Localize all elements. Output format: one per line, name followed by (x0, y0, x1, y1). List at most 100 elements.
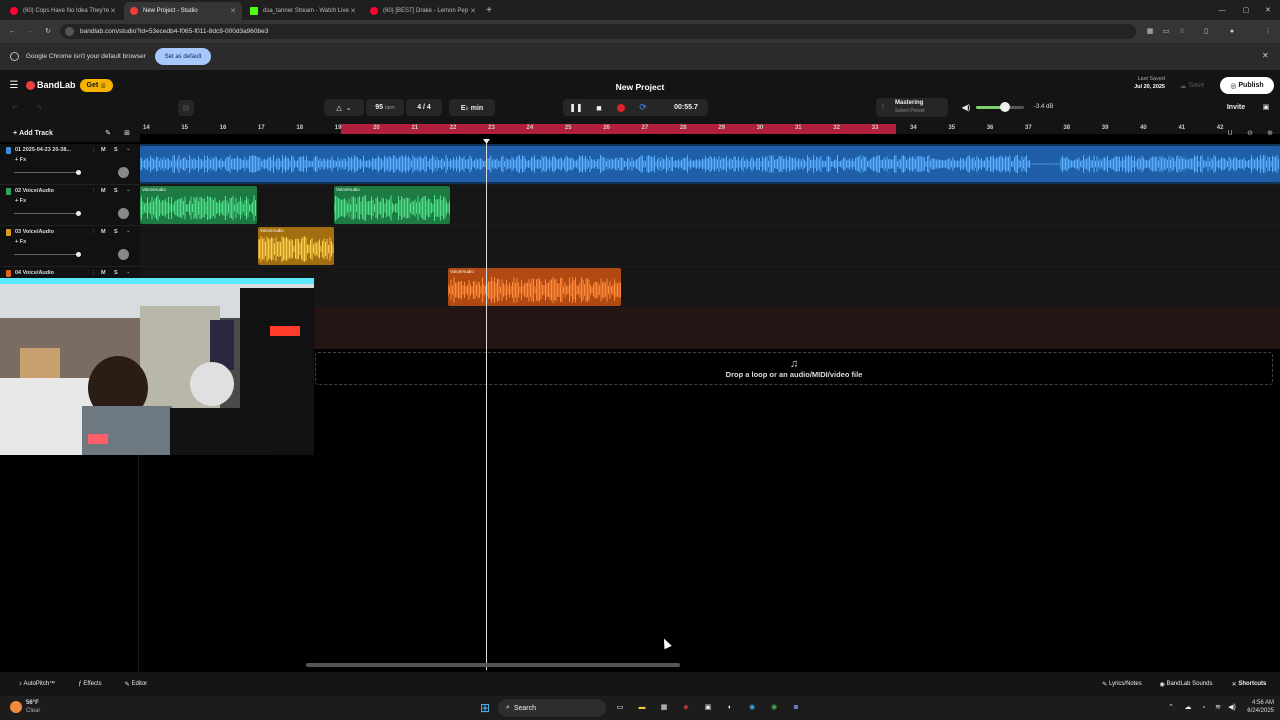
zoom-out-icon[interactable]: ⊖ (1244, 127, 1256, 139)
bandlab-sounds-button[interactable]: ◉ BandLab Sounds (1154, 678, 1218, 690)
address-bar[interactable]: bandlab.com/studio?id=53ecedb4-f065-f011… (60, 24, 1136, 39)
window-close-button[interactable]: ✕ (1262, 4, 1274, 16)
mute-button[interactable]: M (101, 270, 106, 276)
track-header[interactable]: 01 2025-04-23 20-38... ⋮ M S ⌄ + Fx (0, 144, 140, 185)
file-explorer-icon[interactable]: ▬ (636, 701, 648, 713)
track-volume-knob[interactable] (76, 170, 81, 175)
infobar-close-icon[interactable]: ✕ (1262, 51, 1269, 60)
wifi-icon[interactable]: ≋ (1212, 701, 1224, 713)
extension-icon[interactable]: ▦ (1144, 25, 1156, 37)
add-track-button[interactable]: + Add Track (6, 127, 60, 139)
metronome-button[interactable]: △ ⌄ (324, 99, 364, 116)
solo-button[interactable]: S (114, 270, 118, 276)
speaker-tray-icon[interactable]: ◀) (1226, 701, 1238, 713)
weather-temp[interactable]: 56°F (26, 700, 39, 706)
tray-chevron-icon[interactable]: ⌃ (1166, 701, 1176, 713)
loop-region[interactable] (341, 124, 896, 134)
stop-button[interactable]: ■ (592, 101, 606, 114)
profile-icon[interactable]: ● (1226, 25, 1238, 37)
close-icon[interactable]: ✕ (470, 7, 476, 15)
mute-button[interactable]: M (101, 147, 106, 153)
track-lane[interactable] (140, 185, 1280, 226)
bookmark-star-icon[interactable]: ☆ (1176, 25, 1188, 37)
solo-button[interactable]: S (114, 188, 118, 194)
browser-tab[interactable]: dsa_tanner Stream - Watch Live ✕ (244, 2, 362, 20)
browser-tab[interactable]: (60) Cops Have No Idea They're ✕ (4, 2, 122, 20)
pencil-tool-icon[interactable]: ✎ (102, 127, 114, 139)
reload-icon[interactable]: ↻ (42, 25, 54, 37)
chevron-down-icon[interactable]: ⌄ (126, 228, 131, 234)
effects-button[interactable]: ƒ Effects (70, 678, 110, 690)
close-icon[interactable]: ✕ (230, 7, 236, 15)
save-button[interactable]: ☁ Save (1172, 78, 1212, 93)
task-view-icon[interactable]: ▭ (614, 701, 626, 713)
track-name[interactable]: 04 Voice/Audio (15, 270, 54, 276)
track-name[interactable]: 03 Voice/Audio (15, 229, 54, 235)
chevron-down-icon[interactable]: ⌄ (126, 146, 131, 152)
lyrics-notes-button[interactable]: ✎ Lyrics/Notes (1092, 678, 1152, 690)
app-icon[interactable]: ▣ (702, 701, 714, 713)
track-name[interactable]: 02 Voice/Audio (15, 188, 54, 194)
app-icon[interactable]: ◐ (724, 701, 736, 713)
windows-start-icon[interactable]: ⊞ (478, 701, 492, 715)
audio-clip[interactable]: Voice/Audio (258, 227, 334, 265)
playhead[interactable] (486, 140, 487, 670)
drop-zone[interactable]: ♫ Drop a loop or an audio/MIDI/video fil… (315, 352, 1273, 385)
pause-button[interactable]: ❚❚ (569, 101, 583, 114)
get-membership-button[interactable]: Get ♕ (80, 79, 113, 92)
browser-tab[interactable]: (60) [BEST] Drake - Lemon Pep ✕ (364, 2, 482, 20)
undo-icon[interactable]: ↶ (8, 101, 22, 115)
pan-knob[interactable] (118, 208, 129, 219)
chevron-down-icon[interactable]: ⌄ (126, 269, 131, 275)
record-button[interactable] (614, 101, 628, 114)
mute-button[interactable]: M (101, 229, 106, 235)
notifications-icon[interactable]: ▣ (1260, 101, 1272, 113)
audio-clip[interactable]: Voice/Audio (334, 186, 450, 224)
menu-kebab-icon[interactable]: ⋮ (1262, 25, 1274, 37)
maximize-button[interactable]: ▢ (1240, 4, 1252, 16)
invite-button[interactable]: Invite (1222, 100, 1250, 115)
chrome-taskbar-icon[interactable]: ◉ (768, 701, 780, 713)
mastering-button[interactable]: ⫶ Mastering Select Preset (876, 98, 948, 117)
pan-knob[interactable] (118, 249, 129, 260)
tray-icon[interactable]: ▫ (1198, 701, 1210, 713)
bandlab-logo[interactable]: BandLab (37, 80, 76, 90)
new-tab-button[interactable]: + (484, 4, 494, 16)
taskbar-search[interactable]: ⌕ Search (498, 699, 606, 717)
shortcuts-button[interactable]: ✕ Shortcuts (1226, 678, 1272, 690)
speaker-icon[interactable]: ◀) (960, 101, 972, 113)
empty-lane[interactable] (314, 308, 1280, 349)
horizontal-scrollbar[interactable] (306, 663, 680, 667)
audio-clip[interactable]: Voice/Audio (448, 268, 621, 306)
track-volume-slider[interactable] (14, 213, 80, 214)
app-icon[interactable]: ◈ (680, 701, 692, 713)
edge-icon[interactable]: ◉ (746, 701, 758, 713)
magnet-icon[interactable]: U (1224, 127, 1236, 139)
publish-button[interactable]: ◎ Publish (1220, 77, 1274, 94)
track-volume-knob[interactable] (76, 252, 81, 257)
back-icon[interactable]: ← (6, 25, 18, 37)
editor-button[interactable]: ✎ Editor (116, 678, 156, 690)
site-info-icon[interactable] (65, 27, 74, 36)
loop-button[interactable]: ⟳ (636, 101, 650, 114)
solo-button[interactable]: S (114, 147, 118, 153)
track-menu-icon[interactable]: ⋮ (91, 270, 97, 276)
add-fx-button[interactable]: + Fx (15, 198, 26, 204)
calendar-app-icon[interactable]: ▦ (658, 701, 670, 713)
minimize-button[interactable]: — (1216, 4, 1228, 16)
track-volume-knob[interactable] (76, 211, 81, 216)
redo-icon[interactable]: ↷ (32, 101, 46, 115)
solo-button[interactable]: S (114, 229, 118, 235)
time-signature-field[interactable]: 4 / 4 (406, 99, 442, 116)
cast-icon[interactable]: ▭ (1160, 25, 1172, 37)
set-default-button[interactable]: Set as default (155, 48, 211, 65)
audio-clip[interactable]: Voice/Audio (140, 186, 257, 224)
sidepanel-icon[interactable]: ▯ (1200, 25, 1212, 37)
track-volume-slider[interactable] (14, 172, 80, 173)
track-header[interactable]: 03 Voice/Audio ⋮ M S ⌄ + Fx (0, 226, 140, 267)
track-menu-icon[interactable]: ⋮ (91, 188, 97, 194)
forward-icon[interactable]: → (24, 25, 36, 37)
track-header[interactable]: 02 Voice/Audio ⋮ M S ⌄ + Fx (0, 185, 140, 226)
master-volume-slider[interactable] (976, 102, 1024, 112)
chevron-down-icon[interactable]: ⌄ (126, 187, 131, 193)
